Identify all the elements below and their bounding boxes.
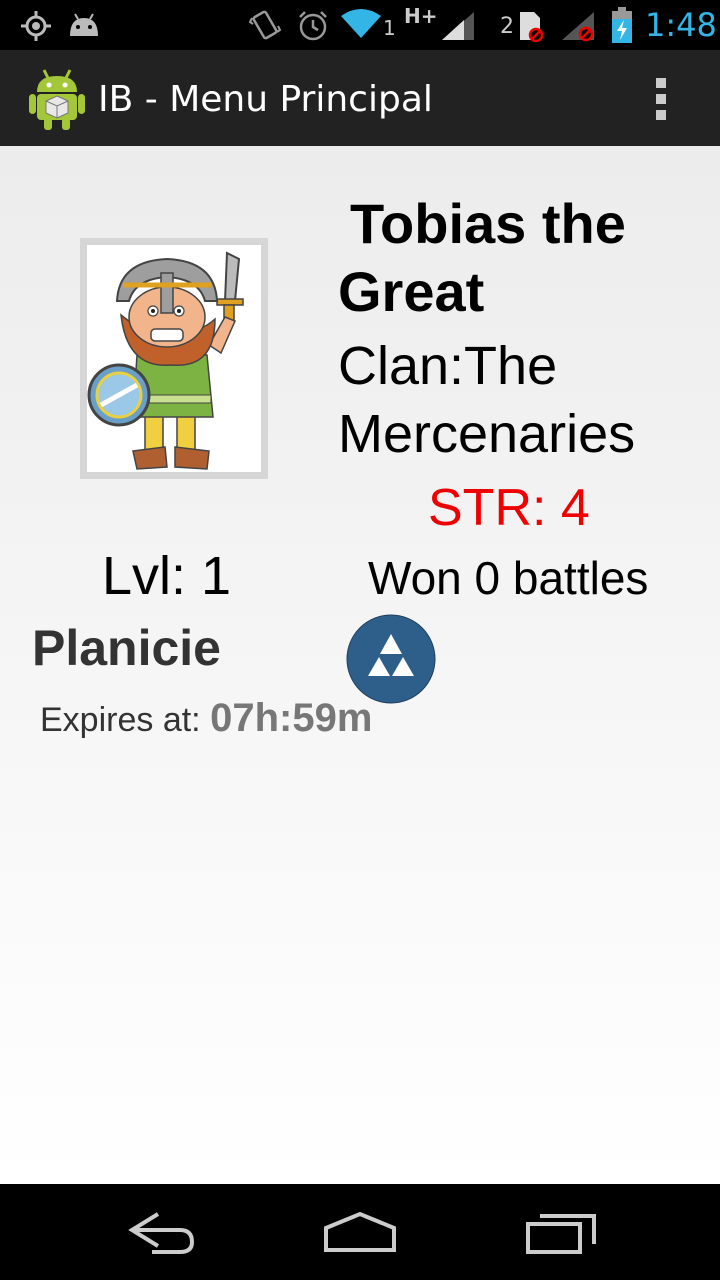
player-name: Tobias the Great — [338, 192, 626, 323]
expires-value: 07h:59m — [210, 696, 373, 740]
sim1-label: 1 — [383, 16, 396, 40]
android-debug-icon — [70, 13, 98, 36]
clan-name: Clan:The Mercenaries — [338, 336, 636, 464]
network-badge: H+ — [404, 4, 438, 28]
battery-charging-icon — [612, 7, 632, 43]
mountain-icon[interactable] — [346, 614, 436, 704]
sim-icon — [520, 12, 544, 42]
clock: 1:48 — [645, 6, 717, 44]
expires-label: Expires at: — [40, 701, 211, 739]
signal-icon — [442, 12, 474, 40]
sim2-label: 2 — [500, 14, 514, 39]
strength-value: STR: 4 — [428, 479, 590, 537]
avatar — [80, 238, 268, 479]
overflow-menu-icon[interactable] — [654, 78, 668, 120]
app-title: IB - Menu Principal — [98, 79, 433, 120]
status-bar: 1 H+ 2 1:48 — [0, 0, 720, 50]
alarm-icon — [299, 11, 327, 41]
viking-warrior-avatar — [87, 251, 244, 470]
back-icon[interactable] — [122, 1206, 202, 1258]
recent-apps-icon[interactable] — [522, 1206, 602, 1258]
android-app-icon[interactable] — [28, 66, 86, 130]
wifi-icon — [341, 9, 381, 38]
expires-row: Expires at: 07h:59m — [40, 694, 372, 744]
navigation-bar — [0, 1184, 720, 1280]
home-icon[interactable] — [320, 1206, 400, 1258]
main-content: Tobias the Great Clan:The Mercenaries ST… — [0, 146, 720, 1184]
vibrate-icon — [248, 10, 282, 40]
gps-icon — [21, 11, 51, 41]
level-value: Lvl: 1 — [102, 546, 232, 606]
action-bar: IB - Menu Principal — [0, 50, 720, 146]
battles-won: Won 0 battles — [368, 552, 649, 604]
terrain-name: Planicie — [32, 620, 221, 676]
signal-off-icon — [562, 12, 594, 42]
